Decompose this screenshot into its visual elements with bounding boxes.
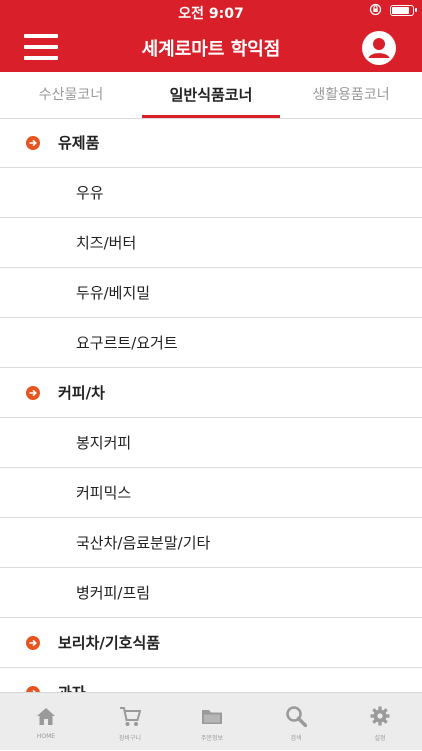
list-item-label: 봉지커피 bbox=[76, 434, 132, 452]
list-item[interactable]: 국산차/음료분말/기타 bbox=[0, 518, 422, 568]
category-row-barley-tea[interactable]: 보리차/기호식품 bbox=[0, 618, 422, 668]
list-item-label: 유제품 bbox=[58, 134, 100, 152]
tab-bar-label: 주문정보 bbox=[200, 735, 224, 742]
tab-bar-label: 검색 bbox=[290, 735, 302, 742]
user-profile-icon[interactable] bbox=[362, 31, 396, 65]
folder-icon bbox=[202, 710, 222, 724]
list-item-label: 우유 bbox=[76, 184, 104, 202]
list-item[interactable]: 우유 bbox=[0, 168, 422, 218]
list-item[interactable]: 커피믹스 bbox=[0, 468, 422, 518]
list-item-label: 보리차/기호식품 bbox=[58, 634, 161, 652]
tab-household[interactable]: 생활용품코너 bbox=[280, 72, 422, 118]
tab-bar-search[interactable]: 검색 bbox=[254, 693, 338, 751]
corner-tabs: 수산물코너 일반식품코너 생활용품코너 bbox=[0, 72, 422, 119]
tab-bar-label: HOME bbox=[36, 733, 56, 740]
list-item-label: 요구르트/요거트 bbox=[76, 334, 178, 352]
tab-general-food[interactable]: 일반식품코너 bbox=[142, 72, 280, 118]
status-time: 오전 9:07 bbox=[178, 6, 244, 22]
list-item-label: 두유/베지밀 bbox=[76, 284, 151, 302]
list-item-label: 국산차/음료분말/기타 bbox=[76, 534, 211, 552]
list-item-label: 커피믹스 bbox=[76, 484, 132, 502]
arrow-right-circle-icon bbox=[26, 386, 40, 400]
status-bar: 오전 9:07 bbox=[0, 0, 422, 22]
gear-icon bbox=[370, 706, 390, 726]
list-item[interactable]: 치즈/버터 bbox=[0, 218, 422, 268]
arrow-right-circle-icon bbox=[26, 136, 40, 150]
tab-seafood[interactable]: 수산물코너 bbox=[0, 72, 142, 118]
tab-bar-label: 장바구니 bbox=[118, 735, 142, 742]
list-item-label: 과자 bbox=[58, 668, 86, 692]
arrow-right-circle-icon bbox=[26, 636, 40, 650]
tab-bar-settings[interactable]: 설정 bbox=[338, 693, 422, 751]
list-item[interactable]: 두유/베지밀 bbox=[0, 268, 422, 318]
rotation-lock-icon bbox=[369, 3, 382, 19]
tab-bar-home[interactable]: HOME bbox=[4, 693, 88, 751]
list-item-label: 치즈/버터 bbox=[76, 234, 137, 252]
list-item-label: 커피/차 bbox=[58, 384, 105, 402]
tab-bar-orders[interactable]: 주문정보 bbox=[170, 693, 254, 751]
category-row-dairy[interactable]: 유제품 bbox=[0, 118, 422, 168]
list-item[interactable]: 병커피/프림 bbox=[0, 568, 422, 618]
list-item[interactable]: 요구르트/요거트 bbox=[0, 318, 422, 368]
bottom-tab-bar: HOME 장바구니 주문정보 검색 설정 bbox=[0, 692, 422, 750]
category-row-coffee-tea[interactable]: 커피/차 bbox=[0, 368, 422, 418]
home-icon bbox=[37, 708, 55, 725]
battery-icon bbox=[390, 5, 417, 16]
tab-bar-label: 설정 bbox=[374, 735, 386, 742]
list-item-label: 병커피/프림 bbox=[76, 584, 151, 602]
app-header: 세계로마트 학익점 bbox=[0, 22, 422, 72]
cart-icon bbox=[120, 707, 141, 726]
list-item[interactable]: 봉지커피 bbox=[0, 418, 422, 468]
category-list: 유제품 우유 치즈/버터 두유/베지밀 요구르트/요거트 커피/차 봉지커피 커… bbox=[0, 118, 422, 692]
search-icon bbox=[286, 706, 307, 727]
tab-bar-cart[interactable]: 장바구니 bbox=[88, 693, 172, 751]
category-row-snacks[interactable]: 과자 bbox=[0, 668, 422, 692]
page-title: 세계로마트 학익점 bbox=[141, 39, 281, 60]
